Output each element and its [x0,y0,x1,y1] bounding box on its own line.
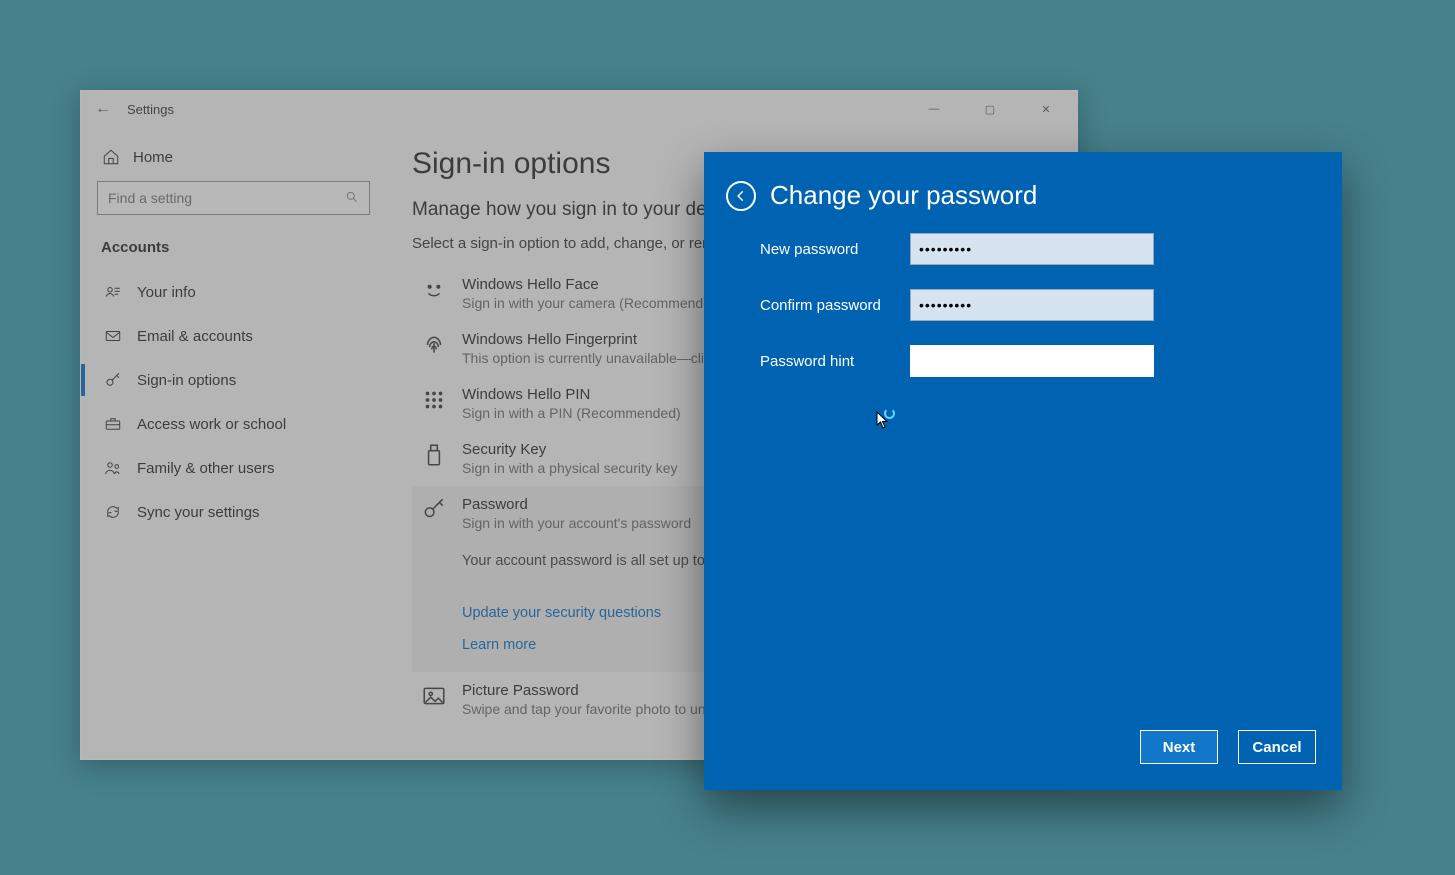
new-password-label: New password [760,241,910,258]
dialog-back-button[interactable] [726,181,756,211]
confirm-password-input[interactable] [910,289,1154,321]
dialog-title: Change your password [770,180,1037,211]
confirm-password-label: Confirm password [760,297,910,314]
password-hint-label: Password hint [760,353,910,370]
next-button[interactable]: Next [1140,730,1218,764]
change-password-dialog: Change your password New password Confir… [704,152,1342,790]
new-password-input[interactable] [910,233,1154,265]
password-hint-input[interactable] [910,345,1154,377]
cancel-button[interactable]: Cancel [1238,730,1316,764]
password-form: New password Confirm password Password h… [704,229,1342,377]
